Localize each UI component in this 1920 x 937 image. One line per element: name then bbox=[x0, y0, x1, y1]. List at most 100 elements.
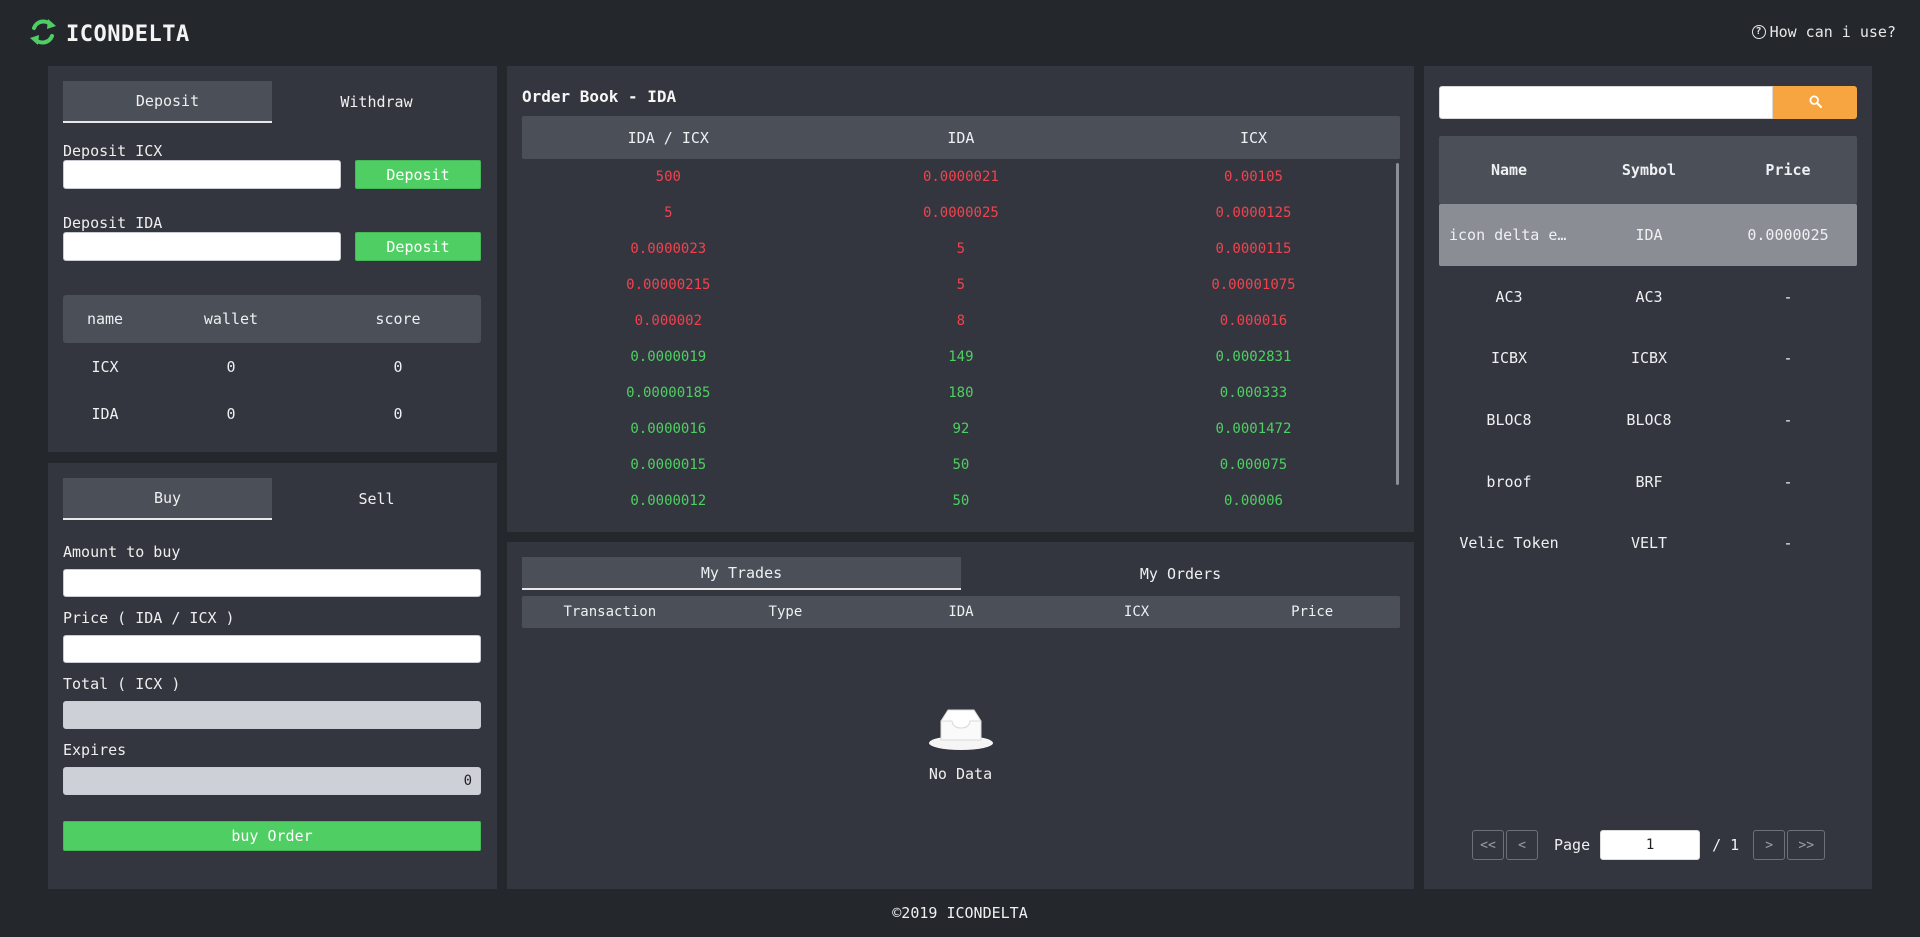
order-book-header-price: IDA / ICX bbox=[627, 128, 709, 147]
token-row[interactable]: ICBX ICBX - bbox=[1439, 327, 1857, 389]
order-book-row[interactable]: 5 0.0000025 0.0000125 bbox=[522, 195, 1400, 231]
tab-deposit[interactable]: Deposit bbox=[63, 81, 272, 123]
token-cell-name: broof bbox=[1486, 472, 1532, 491]
token-row[interactable]: broof BRF - bbox=[1439, 451, 1857, 513]
deposit-ida-input[interactable] bbox=[63, 232, 341, 261]
logo[interactable]: ICONDELTA bbox=[28, 16, 190, 52]
order-book-cell: 0.0000021 bbox=[922, 169, 999, 185]
token-row[interactable]: BLOC8 BLOC8 - bbox=[1439, 389, 1857, 451]
token-row[interactable]: Velic Token VELT - bbox=[1439, 512, 1857, 574]
token-table-header: Name Symbol Price bbox=[1439, 136, 1857, 204]
order-book-cell: 0.0002831 bbox=[1215, 349, 1292, 365]
token-cell-name: ICBX bbox=[1490, 349, 1528, 368]
price-input[interactable] bbox=[63, 635, 481, 663]
next-page-button[interactable]: > bbox=[1753, 830, 1786, 860]
deposit-ida-button[interactable]: Deposit bbox=[355, 232, 481, 261]
wallet-cell-score: 0 bbox=[393, 404, 403, 423]
order-book-cell: 0.0000125 bbox=[1215, 205, 1292, 221]
token-header-name: Name bbox=[1490, 161, 1528, 179]
my-trades-header-icx: ICX bbox=[1123, 604, 1150, 620]
my-trades-tabs: My Trades My Orders bbox=[522, 557, 1400, 590]
my-trades-header-transaction: Transaction bbox=[563, 604, 657, 620]
tab-withdraw[interactable]: Withdraw bbox=[272, 81, 481, 123]
order-book-cell: 0.0000023 bbox=[630, 241, 707, 257]
order-book-row[interactable]: 0.0000019 149 0.0002831 bbox=[522, 339, 1400, 375]
wallet-cell-name: ICX bbox=[91, 357, 119, 376]
order-book-row[interactable]: 0.0000023 5 0.0000115 bbox=[522, 231, 1400, 267]
order-book-cell: 0.0000115 bbox=[1215, 241, 1292, 257]
token-row[interactable]: AC3 AC3 - bbox=[1439, 266, 1857, 328]
token-header-price: Price bbox=[1765, 161, 1811, 179]
price-label: Price ( IDA / ICX ) bbox=[63, 609, 235, 627]
order-book-row[interactable]: 0.0000012 50 0.00006 bbox=[522, 483, 1400, 519]
total-label: Total ( ICX ) bbox=[63, 675, 181, 693]
wallet-header-name: name bbox=[86, 310, 124, 328]
order-book-cell: 0.00000185 bbox=[626, 385, 711, 401]
order-book-row[interactable]: 0.0000015 50 0.000075 bbox=[522, 447, 1400, 483]
token-cell-price: - bbox=[1783, 472, 1793, 491]
tab-my-trades[interactable]: My Trades bbox=[522, 557, 961, 590]
token-search-input[interactable] bbox=[1439, 86, 1773, 119]
deposit-icx-button[interactable]: Deposit bbox=[355, 160, 481, 189]
order-book-cell: 0.0000015 bbox=[630, 457, 707, 473]
order-book-panel: Order Book - IDA IDA / ICX IDA ICX 500 0.… bbox=[507, 66, 1414, 532]
order-book-row[interactable]: 500 0.0000021 0.00105 bbox=[522, 159, 1400, 195]
prev-page-button[interactable]: < bbox=[1506, 830, 1538, 860]
token-row[interactable]: icon delta exchange IDA 0.0000025 bbox=[1439, 204, 1857, 266]
token-header-symbol: Symbol bbox=[1621, 161, 1677, 179]
token-cell-price: 0.0000025 bbox=[1747, 225, 1829, 244]
search-icon bbox=[1808, 94, 1822, 112]
amount-input[interactable] bbox=[63, 569, 481, 597]
trade-panel: Buy Sell Amount to buy Price ( IDA / ICX… bbox=[48, 463, 497, 889]
order-book-cell: 0.00000215 bbox=[626, 277, 711, 293]
deposit-icx-input[interactable] bbox=[63, 160, 341, 189]
page-number-input[interactable]: 1 bbox=[1600, 830, 1701, 860]
order-book-cell: 0.000002 bbox=[634, 313, 703, 329]
order-book-scrollbar[interactable] bbox=[1396, 163, 1399, 485]
token-search-button[interactable] bbox=[1773, 86, 1857, 119]
my-trades-header-type: Type bbox=[768, 604, 803, 620]
token-cell-price: - bbox=[1783, 410, 1793, 429]
order-book-row[interactable]: 0.0000016 92 0.0001472 bbox=[522, 411, 1400, 447]
table-row: IDA 0 0 bbox=[63, 390, 481, 437]
my-trades-header-ida: IDA bbox=[948, 604, 974, 620]
token-cell-price: - bbox=[1783, 534, 1793, 553]
deposit-icx-label: Deposit ICX bbox=[63, 142, 163, 160]
trade-tabs: Buy Sell bbox=[63, 478, 481, 520]
order-book-cell: 0.0000025 bbox=[922, 205, 999, 221]
app-name: ICONDELTA bbox=[66, 21, 190, 47]
tab-my-orders[interactable]: My Orders bbox=[961, 557, 1400, 590]
my-trades-panel: My Trades My Orders Transaction Type IDA… bbox=[507, 542, 1414, 889]
question-circle-icon: ? bbox=[1751, 25, 1766, 39]
page-total: / 1 bbox=[1712, 836, 1740, 854]
token-cell-symbol: IDA bbox=[1635, 225, 1663, 244]
help-link[interactable]: ? How can i use? bbox=[1751, 23, 1896, 41]
order-book-row[interactable]: 0.00000215 5 0.00001075 bbox=[522, 267, 1400, 303]
my-trades-header: Transaction Type IDA ICX Price bbox=[522, 596, 1400, 628]
first-page-button[interactable]: << bbox=[1472, 830, 1504, 860]
wallet-header-score: score bbox=[375, 310, 421, 328]
buy-order-button[interactable]: buy Order bbox=[63, 821, 481, 851]
token-cell-symbol: ICBX bbox=[1630, 349, 1668, 368]
order-book-row[interactable]: 0.00000185 180 0.000333 bbox=[522, 375, 1400, 411]
deposit-ida-label: Deposit IDA bbox=[63, 214, 163, 232]
pagination: << < Page 1 / 1 > >> bbox=[1472, 830, 1826, 860]
token-cell-symbol: BRF bbox=[1635, 472, 1663, 491]
wallet-table-header: name wallet score bbox=[63, 295, 481, 343]
order-book-cell: 5 bbox=[956, 277, 966, 293]
order-book-cell: 0.00105 bbox=[1223, 169, 1283, 185]
deposit-tabs: Deposit Withdraw bbox=[63, 81, 481, 123]
order-book-cell: 92 bbox=[952, 421, 970, 437]
inbox-icon bbox=[928, 709, 994, 755]
wallet-header-wallet: wallet bbox=[203, 310, 259, 328]
order-book-cell: 0.000016 bbox=[1219, 313, 1288, 329]
amount-label: Amount to buy bbox=[63, 543, 181, 561]
last-page-button[interactable]: >> bbox=[1787, 830, 1826, 860]
expires-input[interactable]: 0 bbox=[63, 767, 481, 795]
refresh-logo-icon bbox=[28, 16, 58, 52]
tab-buy[interactable]: Buy bbox=[63, 478, 272, 520]
tab-sell[interactable]: Sell bbox=[272, 478, 481, 520]
order-book-cell: 0.00001075 bbox=[1211, 277, 1296, 293]
token-cell-symbol: BLOC8 bbox=[1626, 410, 1672, 429]
order-book-row[interactable]: 0.000002 8 0.000016 bbox=[522, 303, 1400, 339]
